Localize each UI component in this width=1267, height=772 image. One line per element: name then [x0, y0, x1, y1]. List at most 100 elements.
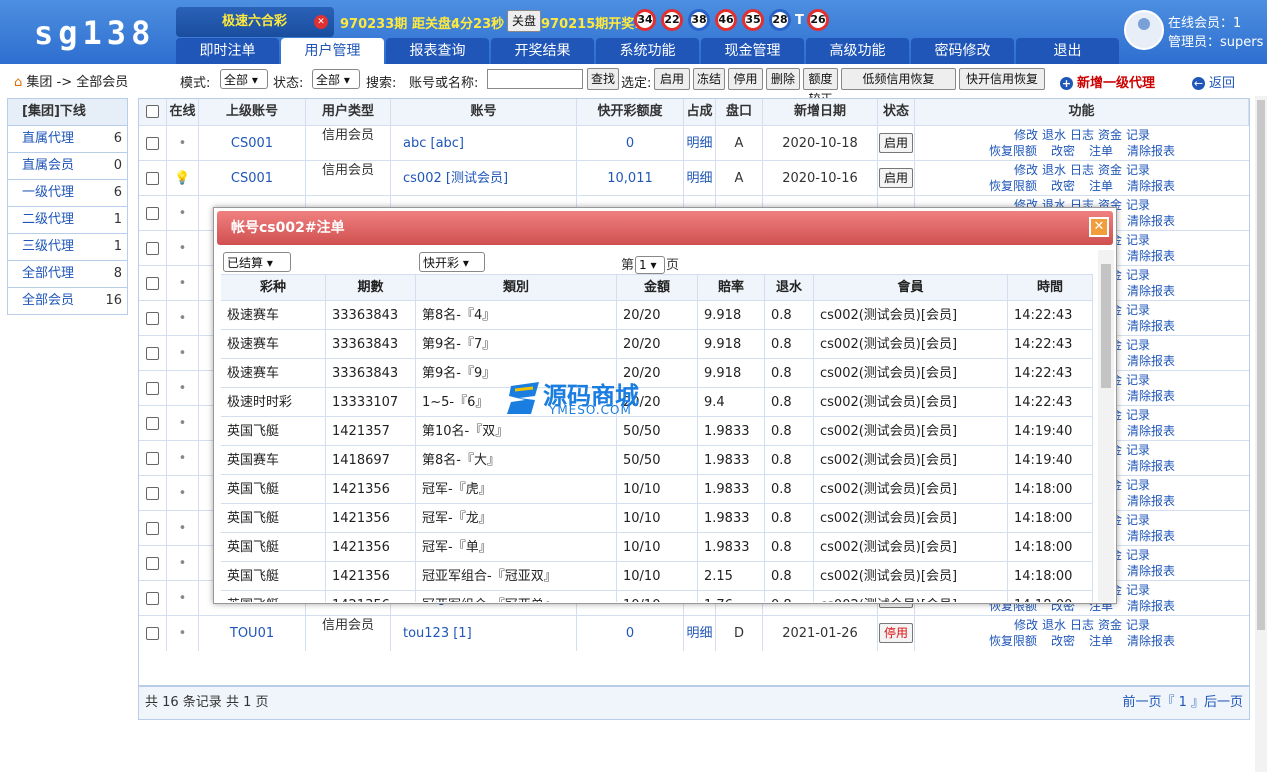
credit-amount[interactable]: 0 [577, 126, 684, 161]
row-checkbox[interactable] [146, 627, 159, 640]
toolbar-button[interactable]: 额度较正 [803, 68, 838, 106]
fn-link[interactable]: 记录 [1126, 443, 1150, 457]
toolbar-button[interactable]: 启用 [654, 68, 690, 90]
page-scrollbar[interactable] [1255, 96, 1267, 772]
fn-link[interactable]: 注单 [1089, 144, 1113, 158]
fn-link[interactable]: 清除报表 [1127, 599, 1175, 613]
fn-link[interactable]: 记录 [1126, 478, 1150, 492]
fn-link[interactable]: 恢复限额 [989, 179, 1037, 193]
settled-select[interactable]: 已结算 ▾ [223, 252, 291, 272]
game-select[interactable]: 快开彩 ▾ [419, 252, 485, 272]
parent-account-link[interactable]: CS001 [199, 161, 306, 196]
search-button[interactable]: 查找 [587, 68, 620, 90]
modal-scrollbar[interactable] [1098, 250, 1114, 602]
sidebar-item[interactable]: 全部代理 8 [8, 260, 127, 287]
row-checkbox[interactable] [146, 242, 159, 255]
row-checkbox[interactable] [146, 452, 159, 465]
fn-link[interactable]: 记录 [1126, 338, 1150, 352]
row-checkbox[interactable] [146, 172, 159, 185]
fn-link[interactable]: 清除报表 [1127, 459, 1175, 473]
pager[interactable]: 前一页『 1 』后一页 [1122, 687, 1243, 719]
fn-link[interactable]: 清除报表 [1127, 494, 1175, 508]
fn-link[interactable]: 记录 [1126, 233, 1150, 247]
fn-link[interactable]: 清除报表 [1127, 144, 1175, 158]
toolbar-button[interactable]: 快开信用恢复 [959, 68, 1045, 90]
row-checkbox[interactable] [146, 347, 159, 360]
toolbar-button[interactable]: 删除 [766, 68, 800, 90]
share-detail-link[interactable]: 明细 [684, 616, 716, 651]
fn-link[interactable]: 恢复限额 [989, 144, 1037, 158]
nav-tab[interactable]: 用户管理 [281, 38, 384, 64]
close-draw-button[interactable]: 关盘 [507, 10, 541, 32]
row-checkbox[interactable] [146, 382, 159, 395]
fn-link[interactable]: 资金 [1098, 128, 1122, 142]
fn-link[interactable]: 记录 [1126, 128, 1150, 142]
row-checkbox[interactable] [146, 137, 159, 150]
fn-link[interactable]: 清除报表 [1127, 634, 1175, 648]
toolbar-button[interactable]: 停用 [728, 68, 763, 90]
row-checkbox[interactable] [146, 592, 159, 605]
fn-link[interactable]: 清除报表 [1127, 424, 1175, 438]
page-select[interactable]: 1 ▾ [635, 256, 666, 274]
fn-link[interactable]: 修改 [1014, 163, 1038, 177]
row-checkbox[interactable] [146, 557, 159, 570]
nav-tab[interactable]: 报表查询 [386, 38, 489, 64]
fn-link[interactable]: 日志 [1070, 618, 1094, 632]
row-checkbox[interactable] [146, 207, 159, 220]
row-checkbox[interactable] [146, 522, 159, 535]
row-checkbox[interactable] [146, 312, 159, 325]
select-all-checkbox[interactable] [146, 105, 159, 118]
fn-link[interactable]: 改密 [1051, 144, 1075, 158]
mode-select[interactable]: 全部 ▾ [220, 69, 268, 89]
fn-link[interactable]: 退水 [1042, 618, 1066, 632]
fn-link[interactable]: 注单 [1089, 634, 1113, 648]
fn-link[interactable]: 改密 [1051, 179, 1075, 193]
close-icon[interactable]: ✕ [314, 15, 328, 29]
credit-amount[interactable]: 10,011 [577, 161, 684, 196]
account-link[interactable]: tou123 [1] [391, 616, 577, 651]
add-agent-button[interactable]: + 新增一级代理 [1060, 72, 1155, 91]
nav-tab[interactable]: 即时注单 [176, 38, 279, 64]
fn-link[interactable]: 改密 [1051, 634, 1075, 648]
fn-link[interactable]: 记录 [1126, 163, 1150, 177]
fn-link[interactable]: 清除报表 [1127, 179, 1175, 193]
fn-link[interactable]: 修改 [1014, 128, 1038, 142]
fn-link[interactable]: 记录 [1126, 548, 1150, 562]
status-select[interactable]: 全部 ▾ [312, 69, 360, 89]
fn-link[interactable]: 清除报表 [1127, 389, 1175, 403]
fn-link[interactable]: 清除报表 [1127, 284, 1175, 298]
share-detail-link[interactable]: 明细 [684, 161, 716, 196]
sidebar-item[interactable]: 二级代理 1 [8, 206, 127, 233]
fn-link[interactable]: 修改 [1014, 618, 1038, 632]
fn-link[interactable]: 记录 [1126, 373, 1150, 387]
nav-tab[interactable]: 退出 [1016, 38, 1119, 64]
fn-link[interactable]: 清除报表 [1127, 249, 1175, 263]
fn-link[interactable]: 退水 [1042, 128, 1066, 142]
share-detail-link[interactable]: 明细 [684, 126, 716, 161]
fn-link[interactable]: 注单 [1089, 179, 1113, 193]
account-link[interactable]: cs002 [测试会员] [391, 161, 577, 196]
parent-account-link[interactable]: TOU01 [199, 616, 306, 651]
row-checkbox[interactable] [146, 487, 159, 500]
fn-link[interactable]: 资金 [1098, 618, 1122, 632]
fn-link[interactable]: 退水 [1042, 163, 1066, 177]
fn-link[interactable]: 清除报表 [1127, 319, 1175, 333]
nav-tab[interactable]: 现金管理 [701, 38, 804, 64]
fn-link[interactable]: 日志 [1070, 128, 1094, 142]
back-button[interactable]: ← 返回 [1192, 72, 1235, 91]
modal-close-button[interactable]: ✕ [1089, 217, 1109, 237]
row-checkbox[interactable] [146, 277, 159, 290]
fn-link[interactable]: 日志 [1070, 163, 1094, 177]
nav-tab[interactable]: 密码修改 [911, 38, 1014, 64]
status-button[interactable]: 停用 [878, 623, 913, 643]
row-checkbox[interactable] [146, 417, 159, 430]
fn-link[interactable]: 记录 [1126, 408, 1150, 422]
nav-tab[interactable]: 开奖结果 [491, 38, 594, 64]
fn-link[interactable]: 清除报表 [1127, 529, 1175, 543]
account-link[interactable]: abc [abc] [391, 126, 577, 161]
fn-link[interactable]: 恢复限额 [989, 634, 1037, 648]
nav-tab[interactable]: 系统功能 [596, 38, 699, 64]
fn-link[interactable]: 记录 [1126, 618, 1150, 632]
fn-link[interactable]: 记录 [1126, 583, 1150, 597]
toolbar-button[interactable]: 冻结 [693, 68, 725, 90]
